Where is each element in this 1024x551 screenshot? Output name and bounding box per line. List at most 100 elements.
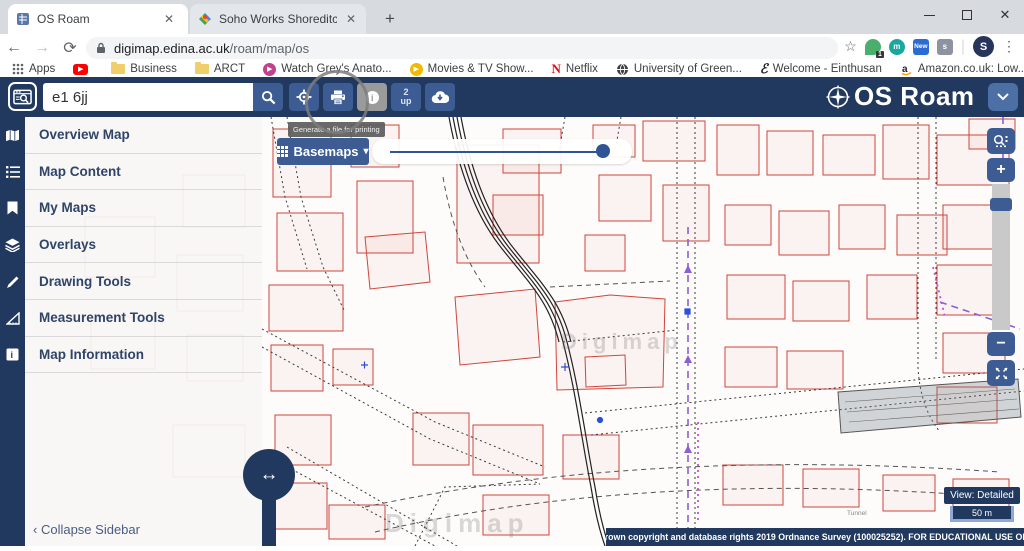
tab-soho-works[interactable]: Soho Works Shoreditch - Google ✕ [190, 4, 366, 34]
bookmark-star-icon[interactable]: ☆ [844, 38, 857, 55]
os-roam-favicon [17, 13, 29, 25]
printer-icon [331, 90, 345, 105]
print-button[interactable] [323, 83, 353, 111]
extension-new-icon[interactable]: New [912, 38, 929, 55]
basemaps-label: Basemaps [293, 144, 359, 159]
info-button[interactable]: i [357, 83, 387, 111]
tab-close-icon[interactable]: ✕ [344, 12, 358, 26]
url-path: /roam/map/os [229, 40, 310, 56]
zoom-area-icon [993, 134, 1007, 148]
full-extent-button[interactable] [987, 360, 1015, 386]
cloud-download-icon [431, 91, 449, 104]
svg-text:i: i [371, 93, 374, 103]
sidebar-resize-handle[interactable]: ↔ [243, 449, 295, 501]
app-header: i 2up OS Roam [0, 77, 1024, 117]
slider-knob[interactable] [596, 144, 610, 158]
bookmark-netflix[interactable]: N Netflix [552, 61, 598, 77]
bookmark-business[interactable]: Business [111, 62, 177, 75]
slider-track [390, 151, 604, 153]
sidebar-item-map-information[interactable]: Map Information [25, 337, 262, 374]
window-controls: ✕ [910, 0, 1024, 30]
drawing-tools-icon[interactable] [0, 263, 25, 300]
bookmark-einthusan[interactable]: ℰ Welcome - Einthusan [760, 61, 882, 77]
profile-avatar[interactable]: S [973, 36, 994, 57]
transparency-slider[interactable] [372, 139, 632, 164]
sidebar-item-label: My Maps [39, 200, 97, 216]
info-icon: i [365, 90, 379, 104]
window-maximize-button[interactable] [948, 0, 986, 30]
bookmark-movies-tv[interactable]: ▶ Movies & TV Show... [409, 62, 534, 76]
search-input[interactable] [43, 83, 253, 111]
reload-button[interactable]: ⟳ [56, 38, 84, 58]
bookmark-label: Amazon.co.uk: Low... [917, 63, 1024, 75]
sidebar-item-map-content[interactable]: Map Content [25, 154, 262, 191]
bookmark-apps[interactable]: Apps [12, 63, 55, 75]
search-button[interactable] [253, 83, 283, 111]
view-level-badge: View: Detailed [944, 487, 1020, 504]
sidebar-item-overlays[interactable]: Overlays [25, 227, 262, 264]
bookmark-youtube[interactable]: ▶ [73, 63, 93, 75]
locate-button[interactable] [289, 83, 319, 111]
folder-icon [111, 62, 126, 74]
zoom-options-button[interactable] [987, 128, 1015, 154]
sidebar-item-overview-map[interactable]: Overview Map [25, 117, 262, 154]
folder-icon [194, 62, 209, 74]
bookmark-label: Welcome - Einthusan [772, 63, 882, 75]
new-tab-button[interactable]: + [378, 8, 402, 30]
bookmark-label: Movies & TV Show... [427, 63, 534, 75]
app-title: OS Roam [854, 81, 975, 111]
bookmark-university[interactable]: University of Green... [616, 63, 742, 76]
url-domain: digimap.edina.ac.uk [114, 40, 230, 56]
map-attribution: © Crown copyright and database rights 20… [606, 528, 1024, 546]
my-maps-icon[interactable] [0, 190, 25, 227]
bookmark-label: Watch Grey's Anato... [281, 63, 392, 75]
bookmark-amazon[interactable]: a Amazon.co.uk: Low... [900, 63, 1024, 76]
tab-os-roam[interactable]: OS Roam ✕ [8, 4, 188, 34]
sidebar-item-label: Measurement Tools [39, 310, 165, 326]
basemaps-button[interactable]: Basemaps ▾ [277, 138, 369, 165]
zoom-slider-handle[interactable] [990, 198, 1012, 211]
overview-map-icon[interactable] [0, 117, 25, 154]
bookmark-label: Apps [29, 63, 56, 75]
tab-title: OS Roam [37, 12, 90, 26]
sidebar-item-label: Drawing Tools [39, 273, 132, 289]
play-circle-icon: ▶ [409, 62, 423, 76]
extension-green-icon[interactable]: 1 [864, 38, 884, 58]
map-information-icon[interactable]: i [0, 337, 25, 374]
bookmark-greys-anatomy[interactable]: ▶ Watch Grey's Anato... [263, 62, 392, 76]
search-places-icon[interactable] [8, 82, 37, 111]
map-content-icon[interactable] [0, 154, 25, 191]
overlays-icon[interactable] [0, 227, 25, 264]
window-close-button[interactable]: ✕ [986, 0, 1024, 30]
download-button[interactable] [425, 83, 455, 111]
collapse-sidebar-label: Collapse Sidebar [40, 522, 140, 537]
zoom-in-button[interactable]: + [987, 158, 1015, 182]
basemaps-grid-icon [277, 146, 289, 157]
header-menu-button[interactable] [988, 83, 1018, 111]
chrome-menu-icon[interactable]: ⋮ [1002, 38, 1016, 55]
einthusan-icon: ℰ [759, 61, 768, 76]
bookmark-label: ARCT [213, 63, 246, 75]
measurement-tools-icon[interactable] [0, 300, 25, 337]
search-icon [261, 90, 275, 104]
sidebar-item-drawing-tools[interactable]: Drawing Tools [25, 263, 262, 300]
extension-m-icon[interactable]: m [888, 38, 905, 55]
sidebar-item-label: Overlays [39, 237, 97, 253]
bookmark-arct[interactable]: ARCT [194, 62, 246, 75]
forward-button[interactable]: → [28, 39, 56, 57]
sidebar-item-my-maps[interactable]: My Maps [25, 190, 262, 227]
extension-s-icon[interactable]: s [936, 38, 953, 55]
extension-badge: 1 [875, 50, 884, 58]
sidebar-item-label: Map Information [39, 346, 144, 362]
back-button[interactable]: ← [0, 39, 28, 57]
zoom-out-button[interactable]: − [987, 332, 1015, 356]
tab-title: Soho Works Shoreditch - Google [219, 12, 337, 26]
bookmark-label: Netflix [565, 63, 598, 75]
two-up-button[interactable]: 2 up [391, 83, 421, 111]
address-bar[interactable]: digimap.edina.ac.uk/roam/map/os [86, 37, 838, 59]
sidebar-item-measurement-tools[interactable]: Measurement Tools [25, 300, 262, 337]
window-minimize-button[interactable] [910, 0, 948, 30]
collapse-sidebar-button[interactable]: ‹ Collapse Sidebar [33, 522, 140, 537]
tab-close-icon[interactable]: ✕ [162, 12, 176, 26]
map-watermark: Digimap [561, 329, 683, 354]
